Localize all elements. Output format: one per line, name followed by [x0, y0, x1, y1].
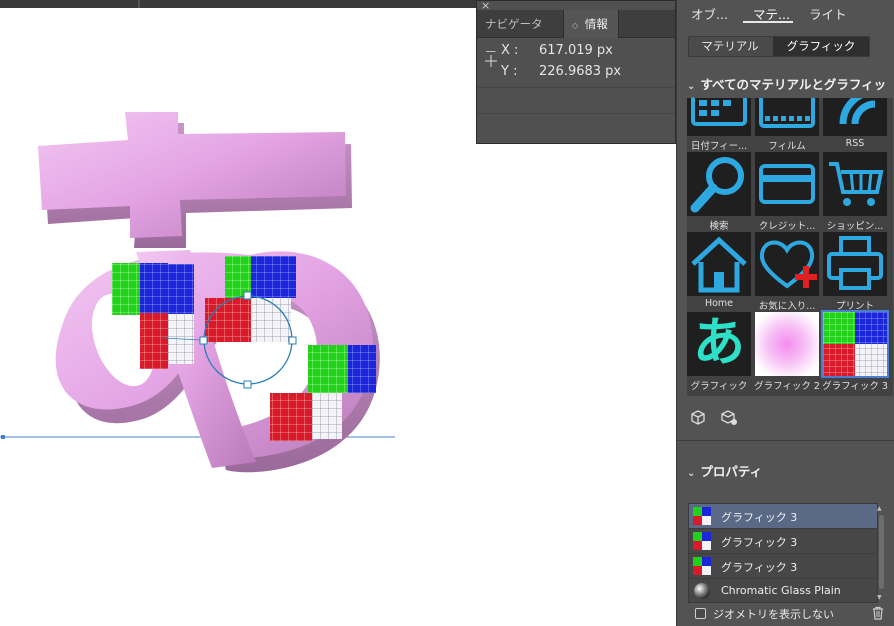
search-icon: [690, 157, 744, 213]
pink-gradient-graphic: [755, 312, 819, 376]
tile-graphic-1[interactable]: あ: [687, 312, 751, 376]
credit-card-icon: [759, 164, 815, 204]
segment-graphic[interactable]: グラフィック: [773, 37, 869, 56]
list-item[interactable]: グラフィック 3: [689, 529, 877, 554]
library-tools: [689, 408, 746, 426]
properties-panel: オブ... マテ... ライト マテリアル グラフィック ⌄ すべてのマテリアルと…: [676, 0, 894, 626]
tile-label: 日付フィー...: [690, 141, 748, 152]
tile-print[interactable]: [823, 232, 887, 296]
checker-graphic-thumb: [693, 532, 711, 550]
divider: [677, 440, 894, 441]
tile-graphic-2[interactable]: [755, 312, 819, 376]
property-list: グラフィック 3 グラフィック 3 グラフィック 3 Chromatic Gla…: [688, 503, 878, 603]
tile-label: クレジット...: [758, 221, 816, 232]
x-coordinate-label: X :: [501, 43, 519, 58]
segment-material[interactable]: マテリアル: [689, 37, 771, 56]
shopping-cart-icon: [829, 162, 884, 206]
graphics-library-grid: 日付フィー... フィルム RSS 検索 クレジット... ショッピン... H…: [687, 98, 893, 396]
divider: [477, 87, 675, 88]
film-icon: [759, 98, 815, 128]
property-label: グラフィック 3: [721, 511, 798, 524]
tile-credit-card[interactable]: [755, 152, 819, 216]
tab-object[interactable]: オブ...: [691, 4, 728, 23]
home-icon: [691, 236, 747, 293]
tile-favorites[interactable]: [755, 232, 819, 296]
updown-arrows-icon: ◇: [572, 21, 579, 30]
material-graphic-segmented-control: マテリアル グラフィック: [688, 36, 870, 57]
tab-info[interactable]: ◇ 情報: [563, 10, 619, 38]
chevron-down-icon: ⌄: [687, 81, 696, 92]
chevron-down-icon: ⌄: [687, 468, 696, 479]
info-panel: × ナビゲーター ◇ 情報 X : 617.019 px Y : 226.968…: [476, 0, 676, 144]
checker-graphic-thumb: [693, 507, 711, 525]
list-item[interactable]: グラフィック 3: [689, 554, 877, 579]
panel-main-tabs: オブ... マテ... ライト: [677, 0, 894, 26]
property-label: Chromatic Glass Plain: [721, 584, 841, 597]
ground-plane-handle: [1, 435, 5, 439]
tile-film[interactable]: [755, 98, 819, 136]
edit-material-icon[interactable]: [720, 408, 738, 426]
section-header-properties[interactable]: ⌄ プロパティ: [687, 461, 762, 480]
crosshair-icon: [485, 55, 497, 67]
tile-calendar[interactable]: [687, 98, 751, 136]
tile-label: ショッピン...: [826, 221, 884, 232]
tab-navigator[interactable]: ナビゲーター: [477, 10, 561, 59]
divider: [477, 113, 675, 114]
add-material-icon[interactable]: [689, 408, 707, 426]
list-item[interactable]: グラフィック 3: [689, 504, 877, 529]
rss-icon: [839, 98, 876, 125]
hiragana-a-graphic: あ: [692, 313, 745, 373]
active-tab-indicator: [743, 21, 793, 23]
list-item[interactable]: Chromatic Glass Plain: [689, 579, 877, 602]
tile-label: プリント: [835, 301, 874, 312]
tile-home[interactable]: [687, 232, 751, 296]
calendar-icon: [691, 98, 747, 126]
checker-graphic: [823, 312, 887, 376]
x-coordinate-value: 617.019 px: [539, 43, 613, 58]
glass-sphere-icon: [694, 583, 710, 599]
tile-label: 検索: [709, 221, 729, 232]
tile-search[interactable]: [687, 152, 751, 216]
y-coordinate-value: 226.9683 px: [539, 64, 622, 79]
info-panel-tabs: ナビゲーター ◇ 情報: [477, 10, 675, 59]
tile-shopping-cart[interactable]: [823, 152, 887, 216]
tile-rss[interactable]: [823, 98, 887, 136]
y-coordinate-label: Y :: [501, 64, 518, 79]
hide-geometry-label: ジオメトリを表示しない: [713, 608, 834, 621]
tab-light[interactable]: ライト: [809, 4, 847, 23]
tile-label: フィルム: [768, 141, 806, 152]
hide-geometry-checkbox[interactable]: [695, 608, 706, 619]
printer-icon: [827, 236, 883, 290]
trash-icon[interactable]: [871, 606, 885, 620]
app-window: × ナビゲーター ◇ 情報 X : 617.019 px Y : 226.968…: [0, 0, 894, 626]
tile-graphic-3[interactable]: [821, 310, 889, 378]
tile-label: グラフィック 2: [754, 381, 820, 392]
tile-label: グラフィック: [690, 381, 748, 392]
property-list-scrollbar[interactable]: ▲ ▼: [877, 505, 885, 601]
tile-label: Home: [704, 298, 734, 309]
property-label: グラフィック 3: [721, 536, 798, 549]
heart-plus-icon: [759, 240, 817, 289]
tile-label: RSS: [845, 138, 865, 149]
tile-label: グラフィック 3: [822, 381, 888, 392]
section-props-label: プロパティ: [700, 464, 763, 479]
checker-graphic-thumb: [693, 557, 711, 575]
property-label: グラフィック 3: [721, 561, 798, 574]
tab-info-label: 情報: [584, 17, 608, 31]
tile-label: お気に入り...: [758, 301, 816, 312]
